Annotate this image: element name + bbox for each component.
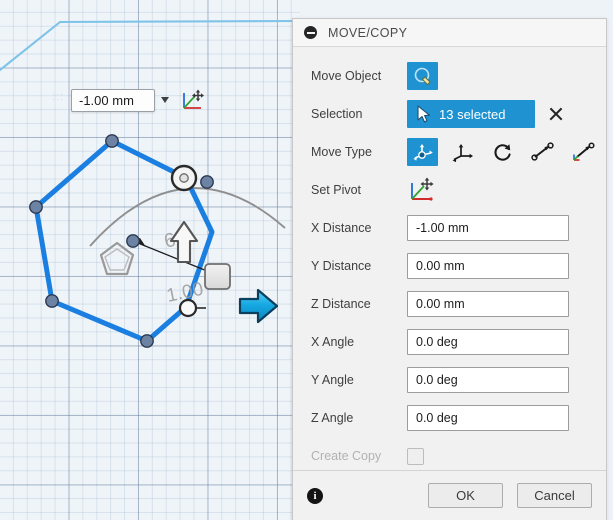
editor-ghost-marks: ::: (52, 91, 65, 103)
row-z-angle: Z Angle 0.0 deg (293, 399, 606, 437)
info-icon[interactable]: i (307, 487, 323, 504)
z-angle-input[interactable]: 0.0 deg (407, 405, 569, 431)
canvas-distance-input[interactable]: -1.00 mm (71, 88, 155, 112)
dialog-header[interactable]: MOVE/COPY (293, 19, 606, 47)
selection-count-label: 13 selected (439, 106, 506, 122)
clear-selection-x-icon[interactable] (548, 106, 564, 122)
label-x-angle: X Angle (311, 335, 355, 349)
move-arrow-right-icon[interactable] (238, 288, 279, 324)
x-angle-input[interactable]: 0.0 deg (407, 329, 569, 355)
construction-line (0, 19, 300, 72)
label-set-pivot: Set Pivot (311, 183, 362, 197)
z-distance-input[interactable]: 0.00 mm (407, 291, 569, 317)
point-to-position-icon[interactable] (567, 138, 598, 166)
cancel-button[interactable]: Cancel (517, 483, 592, 508)
row-set-pivot: Set Pivot (293, 171, 606, 209)
row-x-angle: X Angle 0.0 deg (293, 323, 606, 361)
point-to-point-icon[interactable] (527, 138, 558, 166)
row-move-type: Move Type (293, 133, 606, 171)
collapse-minus-icon[interactable] (304, 26, 317, 39)
row-y-distance: Y Distance 0.00 mm (293, 247, 606, 285)
cursor-arrow-icon (417, 105, 431, 123)
move-type-button-group[interactable] (407, 138, 598, 166)
set-pivot-icon[interactable] (407, 177, 437, 203)
label-move-object: Move Object (311, 69, 382, 83)
chevron-down-icon[interactable] (161, 97, 169, 103)
ok-button[interactable]: OK (428, 483, 503, 508)
design-canvas[interactable]: 6.0 1.00 (0, 0, 300, 520)
label-selection: Selection (311, 107, 363, 121)
y-distance-input[interactable]: 0.00 mm (407, 253, 569, 279)
canvas-inline-editor[interactable]: -1.00 mm (71, 88, 205, 112)
label-y-distance: Y Distance (311, 259, 372, 273)
planar-move-handle-icon[interactable] (204, 263, 231, 290)
sketch-geometry: 6.0 1.00 (0, 19, 300, 348)
label-z-angle: Z Angle (311, 411, 354, 425)
label-move-type: Move Type (311, 145, 372, 159)
create-copy-checkbox[interactable] (407, 447, 424, 465)
dialog-footer: i OK Cancel (293, 470, 606, 520)
label-z-distance: Z Distance (311, 297, 371, 311)
selection-chip[interactable]: 13 selected (407, 100, 535, 128)
row-x-distance: X Distance -1.00 mm (293, 209, 606, 247)
move-copy-dialog[interactable]: MOVE/COPY Move Object Selection 13 selec… (292, 18, 607, 520)
row-y-angle: Y Angle 0.0 deg (293, 361, 606, 399)
translate-axis-icon[interactable] (447, 138, 478, 166)
point-handle-icon[interactable] (178, 298, 206, 318)
x-distance-input[interactable]: -1.00 mm (407, 215, 569, 241)
page-title: MOVE/COPY (328, 25, 408, 40)
move-object-icon[interactable] (407, 62, 438, 90)
rotate-handle-icon[interactable] (170, 164, 198, 192)
row-selection: Selection 13 selected (293, 95, 606, 133)
free-move-icon[interactable] (407, 138, 438, 166)
label-y-angle: Y Angle (311, 373, 354, 387)
dialog-body: Move Object Selection 13 selected Move T… (293, 47, 606, 470)
rotate-arrow-icon[interactable] (487, 138, 518, 166)
dialog-action-buttons: OK Cancel (428, 483, 592, 508)
move-triad-icon[interactable] (179, 88, 205, 112)
y-angle-input[interactable]: 0.0 deg (407, 367, 569, 393)
row-z-distance: Z Distance 0.00 mm (293, 285, 606, 323)
label-create-copy: Create Copy (311, 449, 382, 463)
pentagon-profile-icon (99, 241, 135, 276)
label-x-distance: X Distance (311, 221, 372, 235)
row-move-object: Move Object (293, 57, 606, 95)
app-root: 6.0 1.00 (0, 0, 613, 520)
